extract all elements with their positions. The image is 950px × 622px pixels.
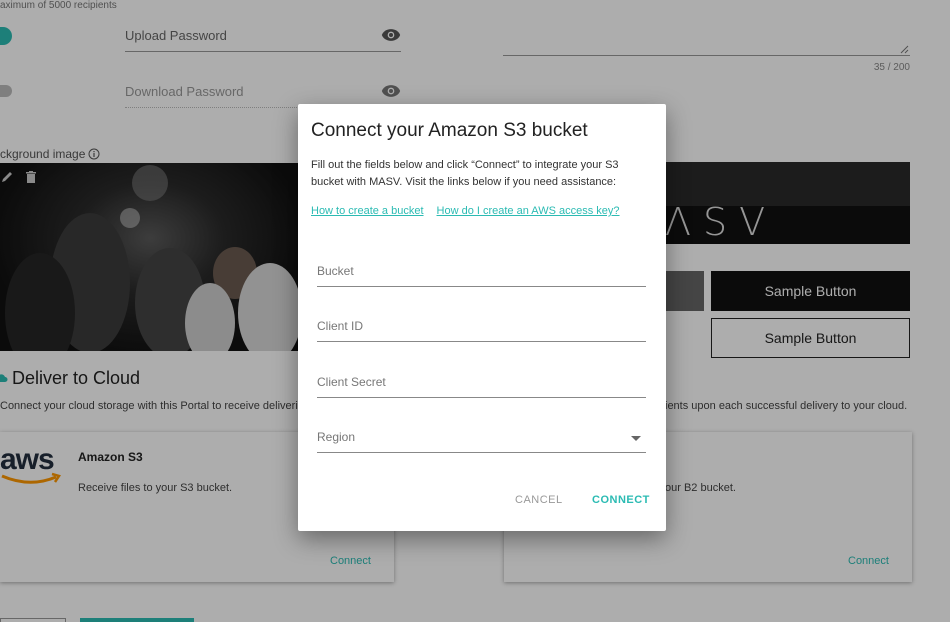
dialog-instructions: Fill out the fields below and click “Con… — [311, 159, 619, 188]
client-id-label: Client ID — [317, 319, 364, 333]
chevron-down-icon[interactable] — [631, 436, 641, 441]
aws-access-key-link[interactable]: How do I create an AWS access key? — [437, 205, 620, 217]
help-links: How to create a bucket How do I create a… — [311, 205, 620, 217]
client-secret-label: Client Secret — [317, 375, 386, 389]
client-secret-field[interactable]: Client Secret — [317, 370, 646, 398]
region-label: Region — [317, 430, 356, 444]
bucket-field[interactable]: Bucket — [317, 259, 646, 287]
bucket-label: Bucket — [317, 264, 354, 278]
client-id-field[interactable]: Client ID — [317, 314, 646, 342]
region-select[interactable]: Region — [317, 425, 646, 453]
cancel-button[interactable]: CANCEL — [515, 494, 563, 506]
dialog-title: Connect your Amazon S3 bucket — [311, 120, 588, 141]
connect-s3-dialog: Connect your Amazon S3 bucket Fill out t… — [298, 104, 666, 531]
create-bucket-link[interactable]: How to create a bucket — [311, 205, 424, 217]
connect-button[interactable]: CONNECT — [592, 494, 650, 506]
